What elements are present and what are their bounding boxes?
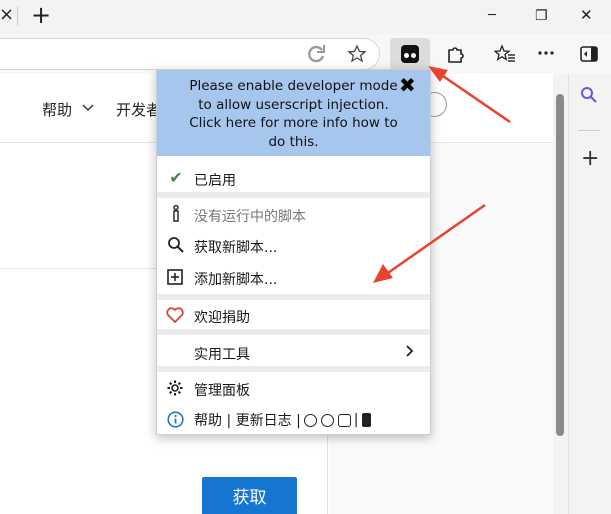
arrow-to-extension — [428, 66, 511, 124]
arrow-to-add-script — [373, 203, 486, 283]
annotation-arrows — [373, 66, 511, 283]
